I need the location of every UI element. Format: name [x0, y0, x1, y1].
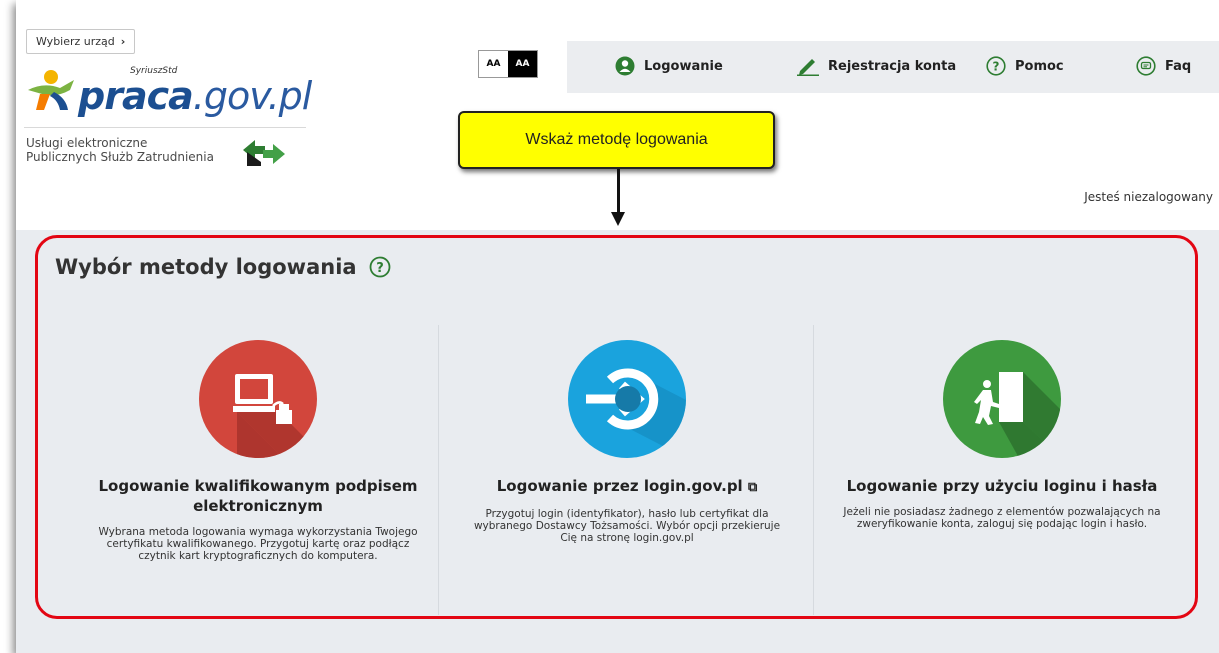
nav-register[interactable]: Rejestracja konta: [797, 56, 956, 76]
section-title: Wybór metody logowania ?: [55, 255, 391, 279]
chat-bubble-icon: [1136, 56, 1156, 76]
logo-wordmark: praca.gov.pl: [78, 74, 312, 118]
contrast-switch[interactable]: AA AA: [478, 50, 538, 78]
login-card-login-gov[interactable]: Logowanie przez login.gov.pl ⧉ Przygotuj…: [439, 340, 815, 544]
card-description: Wybrana metoda logowania wymaga wykorzys…: [98, 526, 418, 562]
nav-help[interactable]: ? Pomoc: [986, 56, 1064, 76]
svg-text:?: ?: [993, 60, 1000, 74]
login-card-qualified-signature[interactable]: Logowanie kwalifikowanym podpisem elektr…: [70, 340, 446, 562]
praca-gov-logo[interactable]: SyriuszStd praca.gov.pl: [26, 60, 316, 124]
login-card-password[interactable]: Logowanie przy użyciu loginu i hasła Jeż…: [814, 340, 1190, 530]
card-title: Logowanie kwalifikowanym podpisem elektr…: [98, 477, 418, 515]
nav-login[interactable]: Logowanie: [615, 56, 723, 76]
help-icon[interactable]: ?: [369, 256, 391, 278]
user-icon: [615, 56, 635, 76]
card-title: Logowanie przy użyciu loginu i hasła: [846, 477, 1158, 495]
callout-arrow-head: [611, 212, 625, 226]
top-navigation: Logowanie Rejestracja konta ? Pomoc Faq: [567, 41, 1219, 93]
question-icon: ?: [986, 56, 1006, 76]
services-subtitle: Usługi elektroniczne Publicznych Służb Z…: [26, 136, 214, 164]
nav-faq[interactable]: Faq: [1136, 56, 1191, 76]
external-link-icon: ⧉: [747, 480, 758, 495]
header-divider: [24, 127, 306, 128]
card-description: Przygotuj login (identyfikator), hasło l…: [473, 508, 781, 544]
choose-office-button[interactable]: Wybierz urząd ›: [26, 29, 136, 54]
callout-arrow-line: [617, 169, 620, 217]
svg-text:?: ?: [376, 261, 384, 276]
chevron-right-icon: ›: [120, 35, 126, 48]
person-logo-icon: [28, 70, 74, 110]
computer-icon: [199, 340, 317, 458]
contrast-high-button[interactable]: AA: [508, 51, 537, 77]
card-description: Jeżeli nie posiadasz żadnego z elementów…: [843, 506, 1161, 530]
card-title: Logowanie przez login.gov.pl ⧉: [496, 477, 758, 495]
contrast-normal-button[interactable]: AA: [479, 51, 508, 77]
login-status: Jesteś niezalogowany: [1084, 190, 1213, 204]
instruction-callout: Wskaż metodę logowania: [458, 111, 775, 169]
door-exit-icon: [943, 340, 1061, 458]
login-gov-icon: [568, 340, 686, 458]
pencil-icon: [797, 59, 819, 76]
services-arrows-icon: [243, 140, 285, 166]
